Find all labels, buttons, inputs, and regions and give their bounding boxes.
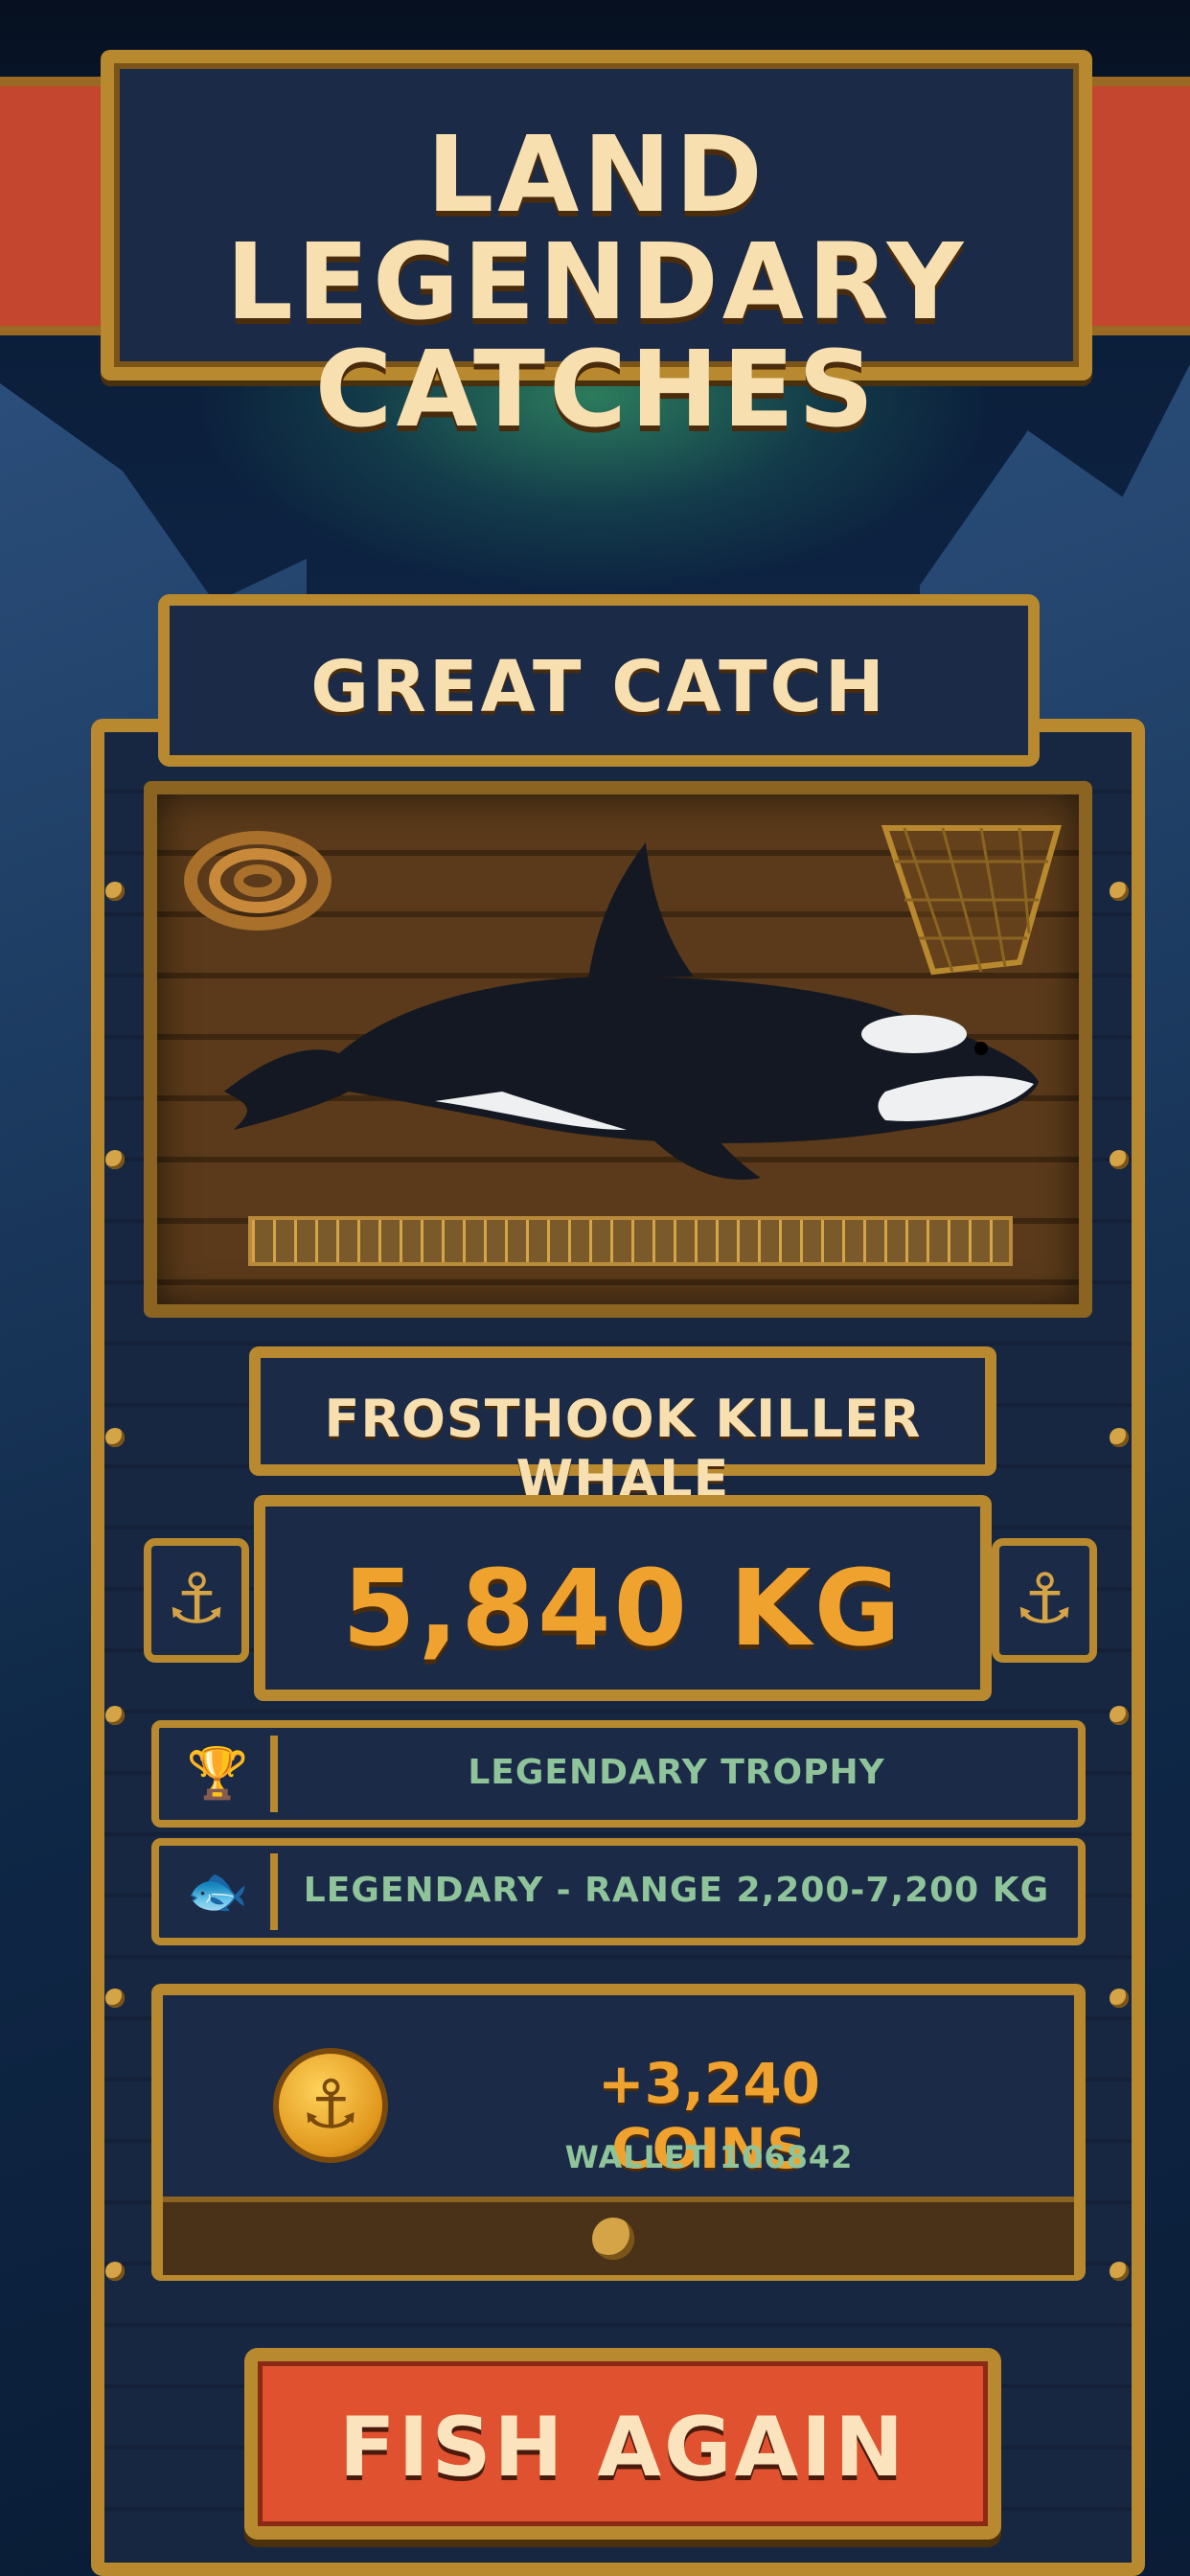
- trophy-text: LEGENDARY TROPHY: [468, 1753, 885, 1792]
- rivet: [105, 882, 125, 901]
- species-name-plate: FROSTHOOK KILLER WHALE: [249, 1346, 996, 1509]
- rivet: [105, 1989, 125, 2008]
- fish-again-button[interactable]: FISH AGAIN: [244, 2348, 1001, 2540]
- trophy-icon: 🏆: [165, 1736, 278, 1812]
- measuring-ruler: [248, 1216, 1013, 1266]
- banner-title: LAND LEGENDARY CATCHES: [114, 121, 1079, 443]
- great-catch-label: GREAT CATCH: [310, 646, 887, 728]
- anchor-coin-icon: ⚓: [273, 2048, 388, 2163]
- catch-display-board: [144, 781, 1092, 1318]
- banner-title-line1: LAND LEGENDARY: [225, 113, 968, 343]
- rarity-row: 🐟 LEGENDARY - RANGE 2,200-7,200 KG: [151, 1838, 1086, 1945]
- title-banner: LAND LEGENDARY CATCHES: [101, 50, 1092, 443]
- brass-knob: [592, 2218, 634, 2260]
- anchor-icon: ⚓: [144, 1538, 249, 1663]
- wallet-balance: WALLET 106842: [564, 2139, 854, 2175]
- anchor-icon: ⚓: [992, 1538, 1097, 1663]
- rivet: [105, 1706, 125, 1725]
- rivet: [1110, 1989, 1129, 2008]
- killer-whale-icon: [224, 842, 1039, 1180]
- rivet: [1110, 1706, 1129, 1725]
- rivet: [1110, 1150, 1129, 1169]
- reward-panel-base: [163, 2196, 1074, 2275]
- trophy-row: 🏆 LEGENDARY TROPHY: [151, 1720, 1086, 1828]
- rivet: [1110, 1428, 1129, 1447]
- rivet: [105, 2262, 125, 2281]
- reward-panel: ⚓ +3,240 COINS WALLET 106842: [151, 1984, 1086, 2281]
- rivet: [1110, 2262, 1129, 2281]
- great-catch-plate: GREAT CATCH: [158, 594, 1040, 767]
- species-name: FROSTHOOK KILLER WHALE: [324, 1389, 922, 1509]
- banner-title-line2: CATCHES: [314, 328, 879, 450]
- weight-plate: 5,840 KG: [254, 1495, 992, 1701]
- rivet: [105, 1150, 125, 1169]
- rivet: [105, 1428, 125, 1447]
- fish-again-label: FISH AGAIN: [338, 2400, 907, 2496]
- fish-icon: 🐟: [165, 1853, 278, 1930]
- rivet: [1110, 882, 1129, 901]
- rarity-text: LEGENDARY - RANGE 2,200-7,200 KG: [303, 1871, 1050, 1910]
- catch-weight: 5,840 KG: [342, 1547, 904, 1669]
